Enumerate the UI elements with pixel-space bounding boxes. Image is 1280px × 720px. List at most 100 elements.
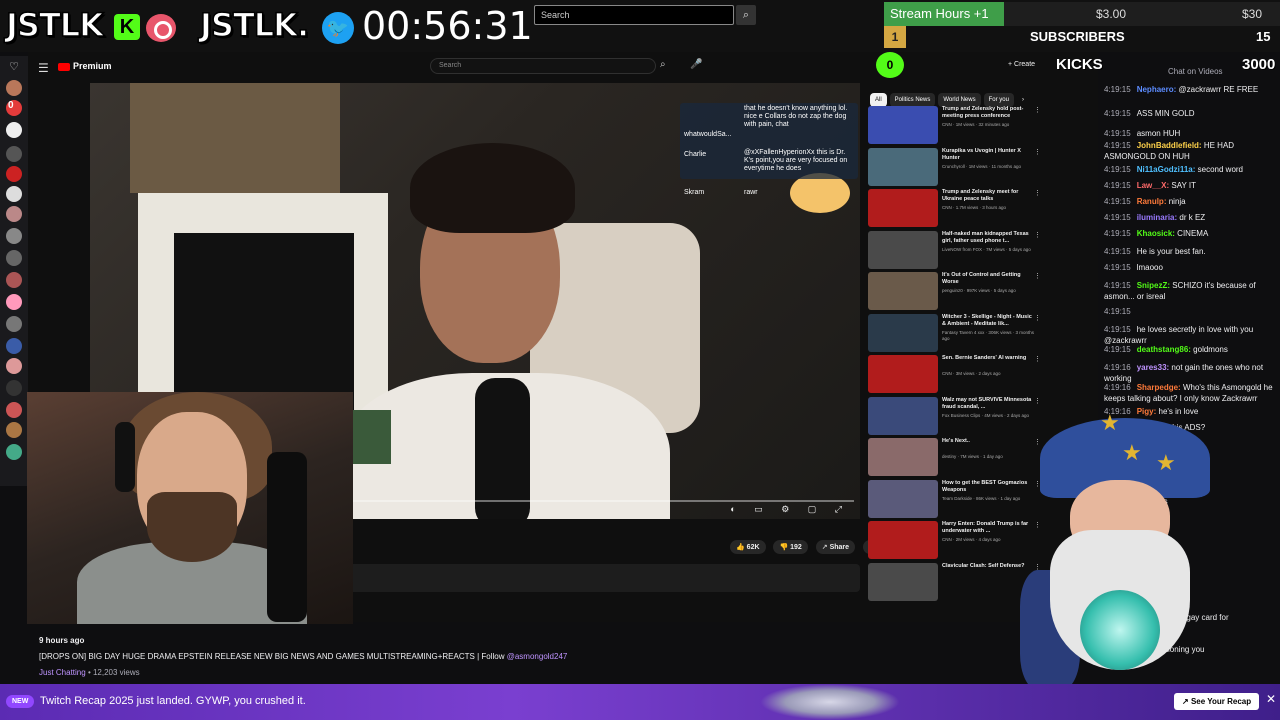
- suggestion-title[interactable]: It's Out of Control and Getting Worse: [942, 272, 1034, 286]
- chat-username[interactable]: iluminaria:: [1137, 213, 1177, 222]
- chat-timestamp: 4:19:15: [1104, 213, 1131, 222]
- search-icon[interactable]: ⌕: [736, 5, 756, 25]
- chip-all[interactable]: All: [870, 93, 887, 107]
- close-icon[interactable]: ✕: [1266, 692, 1276, 706]
- channel-avatar[interactable]: [6, 402, 22, 418]
- browser-search-input[interactable]: Search: [534, 5, 734, 25]
- stream-hours-label: Stream Hours +1: [884, 2, 1004, 26]
- channel-avatar[interactable]: [6, 228, 22, 244]
- suggestion-meta: Crunchyroll · 1M views · 11 months ago: [942, 163, 1021, 169]
- kick-icon: K: [114, 14, 140, 40]
- suggestion-item[interactable]: Kurapika vs Uvogin | Hunter X Hunter Crun…: [868, 147, 1094, 188]
- suggestion-title[interactable]: Half-naked man kidnapped Texas girl, fat…: [942, 231, 1034, 245]
- suggestion-thumbnail[interactable]: [868, 521, 938, 559]
- suggestion-thumbnail[interactable]: [868, 230, 938, 269]
- more-vertical-icon[interactable]: ⋮: [1034, 231, 1041, 239]
- channel-avatar[interactable]: [6, 444, 22, 460]
- share-button[interactable]: ↗ Share: [815, 540, 856, 554]
- youtube-logo[interactable]: Premium: [58, 61, 112, 71]
- more-vertical-icon[interactable]: ⋮: [1034, 272, 1041, 280]
- chat-username[interactable]: deathstang86:: [1137, 345, 1191, 354]
- chat-username[interactable]: yares33:: [1137, 363, 1169, 372]
- category-link[interactable]: Just Chatting: [39, 668, 86, 677]
- like-button[interactable]: 👍 62K: [730, 540, 766, 554]
- suggestion-item[interactable]: Trump and Zelensky meet for Ukraine peac…: [868, 189, 1094, 229]
- youtube-search-input[interactable]: Search: [430, 58, 656, 74]
- suggestion-item[interactable]: Sen. Bernie Sanders' AI warning CNN · 3M …: [868, 355, 1094, 395]
- chat-message: 4:19:15 Law__X: SAY IT: [1104, 180, 1276, 191]
- chat-text: ninja: [1168, 197, 1186, 206]
- channel-avatar[interactable]: [6, 250, 22, 266]
- more-vertical-icon[interactable]: ⋮: [1034, 314, 1041, 322]
- channel-avatar[interactable]: [6, 294, 22, 310]
- microphone-icon[interactable]: 🎤: [690, 59, 702, 70]
- recap-text: Twitch Recap 2025 just landed. GYWP, you…: [40, 695, 306, 707]
- channel-avatar[interactable]: [6, 358, 22, 374]
- more-vertical-icon[interactable]: ⋮: [1034, 106, 1041, 114]
- dislike-button[interactable]: 👎 192: [773, 540, 808, 554]
- video-chat-msg: that he doesn't know anything lol. nice …: [744, 105, 848, 128]
- video-control-icons[interactable]: ◐ ▭ ⚙ ▢ ⤢: [730, 504, 850, 515]
- suggestion-title[interactable]: Kurapika vs Uvogin | Hunter X Hunter: [942, 148, 1034, 162]
- chip-politics[interactable]: Politics News: [889, 93, 936, 107]
- chat-text: CINEMA: [1177, 229, 1209, 238]
- chip-world[interactable]: World News: [938, 93, 981, 107]
- channel-avatar[interactable]: [6, 380, 22, 396]
- chat-message: 4:19:15 JohnBaddlefield: HE HAD ASMONGOLD…: [1104, 140, 1276, 162]
- chat-username[interactable]: Ni11aGodzi11a:: [1137, 165, 1196, 174]
- suggestion-thumbnail[interactable]: [868, 147, 938, 186]
- video-guest-mic: [475, 378, 530, 519]
- suggestion-title[interactable]: Trump and Zelensky hold post-meeting pre…: [942, 106, 1034, 120]
- see-recap-button[interactable]: ↗ See Your Recap: [1174, 693, 1260, 710]
- suggestion-item[interactable]: Trump and Zelensky hold post-meeting pre…: [868, 106, 1094, 146]
- suggestion-title[interactable]: Sen. Bernie Sanders' AI warning: [942, 355, 1034, 362]
- suggestion-title[interactable]: Witcher 3 - Skellige - Night - Music & A…: [942, 314, 1034, 328]
- suggestion-thumbnail[interactable]: [868, 106, 938, 144]
- suggestion-title[interactable]: Trump and Zelensky meet for Ukraine peac…: [942, 189, 1034, 203]
- subscribers-rank: 1: [884, 26, 906, 48]
- suggestion-thumbnail[interactable]: [868, 562, 938, 601]
- chat-username[interactable]: JohnBaddlefield:: [1137, 141, 1202, 150]
- heart-icon[interactable]: ♡: [6, 60, 22, 76]
- suggestion-thumbnail[interactable]: [868, 189, 938, 227]
- channel-avatar[interactable]: [6, 422, 22, 438]
- channel-avatar[interactable]: [6, 122, 22, 138]
- channel-avatar[interactable]: [6, 80, 22, 96]
- create-button[interactable]: + Create: [1008, 61, 1035, 68]
- follow-handle-link[interactable]: @asmongold247: [507, 652, 568, 661]
- chat-username[interactable]: Law__X:: [1137, 181, 1169, 190]
- suggestion-item[interactable]: It's Out of Control and Getting Worse pen…: [868, 272, 1094, 312]
- chat-username[interactable]: Sharpedge:: [1137, 383, 1181, 392]
- channel-avatar[interactable]: [6, 338, 22, 354]
- more-vertical-icon[interactable]: ⋮: [1034, 355, 1041, 363]
- chat-username[interactable]: Nephaero:: [1137, 85, 1177, 94]
- channel-avatar[interactable]: [6, 186, 22, 202]
- star-icon: ★: [1122, 440, 1142, 465]
- chat-username[interactable]: Khaosick:: [1137, 229, 1175, 238]
- menu-icon[interactable]: ☰: [38, 61, 49, 75]
- suggestion-thumbnail[interactable]: [868, 479, 938, 518]
- headset-icon: [115, 422, 135, 492]
- channel-avatar[interactable]: [6, 166, 22, 182]
- suggestion-thumbnail[interactable]: [868, 438, 938, 476]
- suggestion-thumbnail[interactable]: [868, 272, 938, 310]
- search-icon[interactable]: ⌕: [660, 59, 666, 70]
- channel-avatar[interactable]: [6, 146, 22, 162]
- suggestion-item[interactable]: Half-naked man kidnapped Texas girl, fat…: [868, 230, 1094, 271]
- suggestion-thumbnail[interactable]: [868, 396, 938, 435]
- channel-avatar[interactable]: [6, 316, 22, 332]
- chat-username[interactable]: SnipezZ:: [1137, 281, 1170, 290]
- channel-avatar[interactable]: [6, 272, 22, 288]
- more-vertical-icon[interactable]: ⋮: [1034, 148, 1041, 156]
- chat-message: 4:19:15 Nephaero: @zackrawrr RE FREE: [1104, 84, 1276, 95]
- suggestion-item[interactable]: Witcher 3 - Skellige - Night - Music & A…: [868, 313, 1094, 354]
- suggestion-thumbnail[interactable]: [868, 313, 938, 352]
- more-vertical-icon[interactable]: ⋮: [1034, 189, 1041, 197]
- chat-username[interactable]: Ranulp:: [1137, 197, 1167, 206]
- video-chat-overlay: that he doesn't know anything lol. nice …: [680, 103, 858, 196]
- subscribers-goal: 1 SUBSCRIBERS 15: [884, 26, 1280, 48]
- chevron-right-icon[interactable]: ›: [1017, 93, 1029, 107]
- channel-avatar[interactable]: [6, 206, 22, 222]
- chip-for-you[interactable]: For you: [983, 93, 1014, 107]
- suggestion-thumbnail[interactable]: [868, 355, 938, 393]
